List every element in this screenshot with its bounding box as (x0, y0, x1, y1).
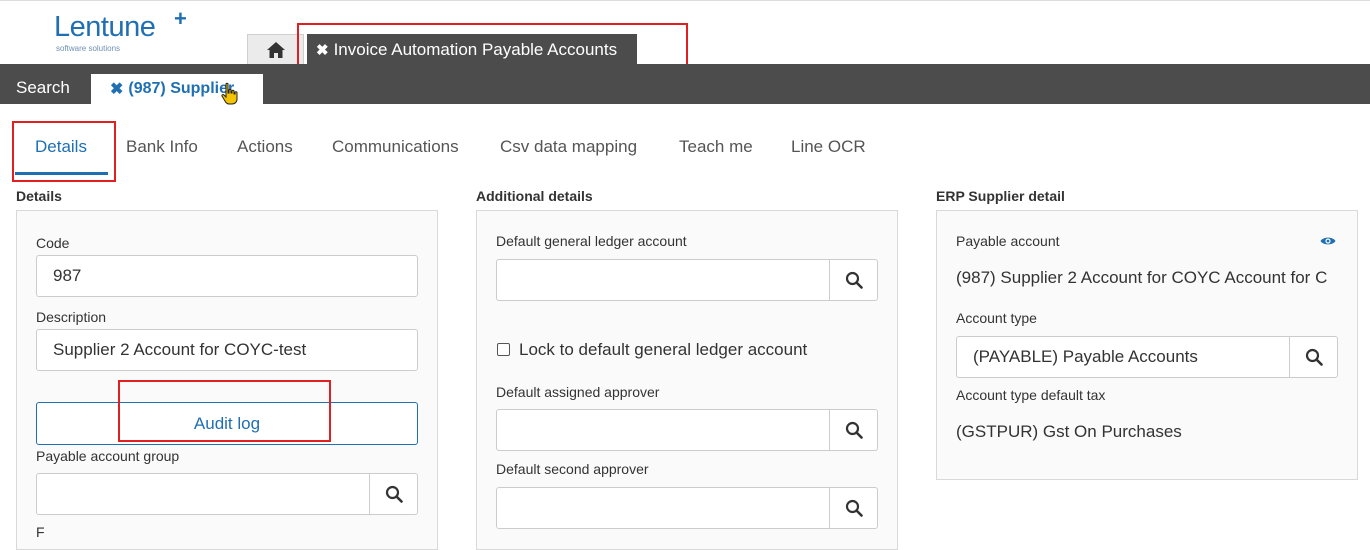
tab-actions[interactable]: Actions (237, 137, 293, 157)
eye-icon[interactable] (1320, 235, 1336, 247)
close-icon[interactable]: ✖ (110, 79, 123, 99)
payable-account-group-label: Payable account group (36, 448, 180, 464)
search-icon (1305, 348, 1323, 366)
next-field-label: F (36, 524, 45, 540)
default-assigned-approver-label: Default assigned approver (496, 384, 660, 400)
details-section-title: Details (16, 188, 62, 204)
account-type-label: Account type (956, 310, 1037, 326)
description-field[interactable]: Supplier 2 Account for COYC-test (36, 329, 418, 371)
assigned-approver-search-button[interactable] (830, 409, 878, 451)
erp-supplier-detail-title: ERP Supplier detail (936, 188, 1065, 204)
search-tab[interactable]: Search (16, 78, 70, 98)
annotation-box-audit-log (118, 380, 331, 442)
payable-account-value-clip: (987) Supplier 2 Account for COYC Accoun… (956, 268, 1338, 290)
payable-account-group-lookup (36, 473, 418, 515)
search-icon (845, 499, 863, 517)
code-field[interactable]: 987 (36, 255, 418, 297)
lock-default-gl-checkbox[interactable] (497, 343, 510, 356)
home-icon (266, 42, 285, 58)
account-type-default-tax-value: (GSTPUR) Gst On Purchases (956, 422, 1182, 441)
default-gl-account-lookup (496, 259, 878, 301)
payable-account-group-input[interactable] (36, 473, 370, 515)
default-gl-search-button[interactable] (830, 259, 878, 301)
account-type-default-tax-label: Account type default tax (956, 387, 1106, 403)
home-tab[interactable] (247, 34, 304, 65)
search-icon (845, 271, 863, 289)
lentune-logo: Lentune (54, 11, 156, 43)
payable-account-label: Payable account (956, 233, 1060, 249)
default-gl-account-label: Default general ledger account (496, 233, 687, 249)
record-tab-label: (987) Supplier (128, 80, 235, 97)
lock-default-gl-label: Lock to default general ledger account (519, 340, 808, 359)
second-approver-lookup (496, 487, 878, 529)
account-type-input[interactable]: (PAYABLE) Payable Accounts (956, 336, 1290, 378)
tab-teach-me[interactable]: Teach me (679, 137, 753, 157)
code-label: Code (36, 235, 70, 251)
second-approver-search-button[interactable] (830, 487, 878, 529)
hand-cursor-icon (221, 82, 238, 105)
top-border (0, 0, 1370, 1)
description-label: Description (36, 309, 107, 325)
default-second-approver-label: Default second approver (496, 461, 649, 477)
logo-plus-mark: + (174, 6, 187, 31)
second-approver-input[interactable] (496, 487, 830, 529)
payable-account-value: (987) Supplier 2 Account for COYC Accoun… (956, 268, 1328, 287)
account-type-lookup: (PAYABLE) Payable Accounts (956, 336, 1338, 378)
additional-details-title: Additional details (476, 188, 593, 204)
tab-communications[interactable]: Communications (332, 137, 459, 157)
annotation-box-details-tab (12, 121, 116, 182)
search-icon (385, 485, 403, 503)
account-type-search-button[interactable] (1290, 336, 1338, 378)
assigned-approver-input[interactable] (496, 409, 830, 451)
payable-group-search-button[interactable] (370, 473, 418, 515)
tab-bank-info[interactable]: Bank Info (126, 137, 198, 157)
default-gl-account-input[interactable] (496, 259, 830, 301)
assigned-approver-lookup (496, 409, 878, 451)
tab-line-ocr[interactable]: Line OCR (791, 137, 866, 157)
logo-tagline: software solutions (56, 44, 121, 53)
search-icon (845, 421, 863, 439)
tab-csv-data-mapping[interactable]: Csv data mapping (500, 137, 637, 157)
